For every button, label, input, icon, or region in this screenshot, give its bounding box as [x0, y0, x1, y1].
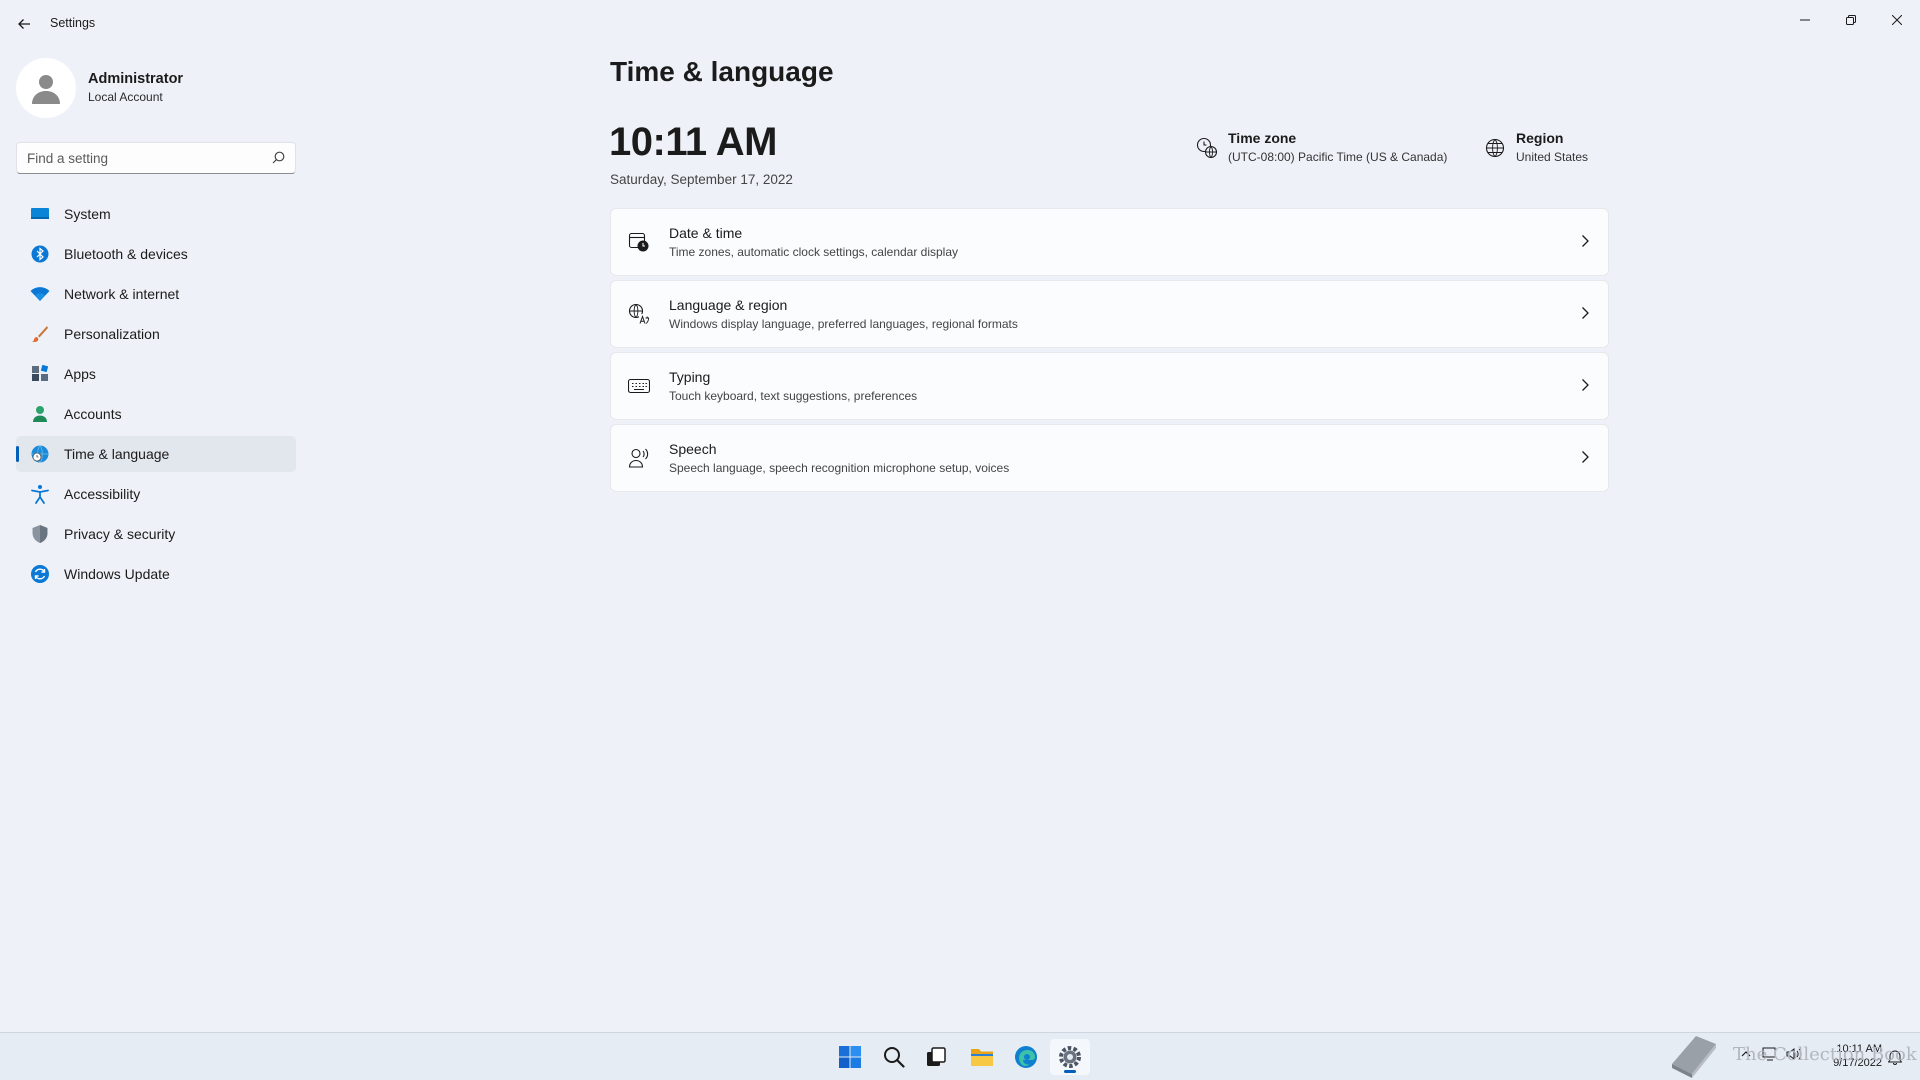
region-info: Region United States — [1480, 130, 1588, 166]
search-input[interactable] — [17, 143, 257, 173]
card-typing[interactable]: Typing Touch keyboard, text suggestions,… — [610, 352, 1609, 420]
file-explorer-icon — [971, 1049, 993, 1066]
system-icon — [20, 196, 60, 232]
time-zone-value: (UTC-08:00) Pacific Time (US & Canada) — [1228, 150, 1448, 164]
card-title: Typing — [669, 369, 711, 385]
sidebar-item-label: Time & language — [64, 446, 170, 462]
sidebar-item-windows-update[interactable]: Windows Update — [16, 556, 296, 592]
region-title: Region — [1516, 130, 1564, 146]
minimize-icon — [1800, 19, 1810, 21]
close-button[interactable] — [1874, 6, 1920, 34]
card-description: Windows display language, preferred lang… — [669, 317, 1018, 331]
chevron-right-icon — [1582, 307, 1589, 319]
sidebar-item-label: System — [64, 206, 111, 222]
sidebar-item-label: Accounts — [64, 406, 122, 422]
search-box[interactable] — [16, 142, 296, 174]
windows-start-icon — [839, 1046, 861, 1068]
task-view-button[interactable] — [916, 1039, 956, 1075]
speech-icon — [611, 447, 667, 469]
avatar — [16, 58, 76, 118]
settings-button[interactable] — [1050, 1039, 1090, 1075]
card-title: Language & region — [669, 297, 788, 313]
title-bar: Settings — [0, 0, 1920, 48]
profile-account-type: Local Account — [88, 90, 163, 104]
card-title: Date & time — [669, 225, 743, 241]
update-icon — [20, 556, 60, 592]
restore-button[interactable] — [1828, 6, 1874, 34]
sidebar-item-system[interactable]: System — [16, 196, 296, 232]
file-explorer-button[interactable] — [962, 1039, 1002, 1075]
sidebar-item-label: Windows Update — [64, 566, 170, 582]
keyboard-icon — [611, 378, 667, 394]
sidebar-item-accessibility[interactable]: Accessibility — [16, 476, 296, 512]
card-language-region[interactable]: Language & region Windows display langua… — [610, 280, 1609, 348]
chevron-right-icon — [1582, 235, 1589, 247]
start-button[interactable] — [830, 1039, 870, 1075]
region-value: United States — [1516, 150, 1589, 164]
globe-clock-icon — [20, 436, 60, 472]
accessibility-icon — [20, 476, 60, 512]
search-icon — [884, 1047, 905, 1068]
minimize-button[interactable] — [1782, 6, 1828, 34]
close-icon — [1892, 15, 1902, 25]
wifi-icon — [20, 276, 60, 312]
globe-clock-icon — [1192, 130, 1222, 166]
user-profile[interactable]: Administrator Local Account — [16, 56, 306, 120]
time-zone-title: Time zone — [1228, 130, 1297, 146]
chevron-right-icon — [1582, 379, 1589, 391]
edge-button[interactable] — [1006, 1039, 1046, 1075]
sidebar-item-time-language[interactable]: Time & language — [16, 436, 296, 472]
app-title: Settings — [50, 16, 96, 30]
brush-icon — [20, 316, 60, 352]
search-icon[interactable] — [272, 151, 285, 164]
taskbar: 10:11 AM 9/17/2022 — [0, 1032, 1920, 1080]
person-icon — [20, 396, 60, 432]
sidebar-item-label: Personalization — [64, 326, 160, 342]
card-description: Speech language, speech recognition micr… — [669, 461, 1010, 475]
back-button[interactable] — [12, 12, 36, 36]
sidebar-item-network[interactable]: Network & internet — [16, 276, 296, 312]
language-icon — [611, 303, 667, 325]
time-zone-info: Time zone (UTC-08:00) Pacific Time (US &… — [1192, 130, 1447, 166]
sidebar-item-apps[interactable]: Apps — [16, 356, 296, 392]
card-title: Speech — [669, 441, 717, 457]
chevron-right-icon — [1582, 451, 1589, 463]
globe-icon — [1480, 130, 1510, 166]
book-logo-icon — [1672, 1036, 1716, 1078]
profile-name: Administrator — [88, 71, 184, 87]
card-speech[interactable]: Speech Speech language, speech recogniti… — [610, 424, 1609, 492]
sidebar-nav: System Bluetooth & devices Network & int… — [16, 196, 296, 596]
page-title: Time & language — [610, 56, 834, 87]
back-arrow-icon — [18, 19, 30, 29]
task-view-icon — [927, 1047, 946, 1066]
shield-icon — [20, 516, 60, 552]
settings-card-list: Date & time Time zones, automatic clock … — [610, 208, 1609, 496]
card-description: Touch keyboard, text suggestions, prefer… — [669, 389, 918, 403]
sidebar-item-label: Privacy & security — [64, 526, 176, 542]
card-date-time[interactable]: Date & time Time zones, automatic clock … — [610, 208, 1609, 276]
sidebar-item-accounts[interactable]: Accounts — [16, 396, 296, 432]
sidebar-item-personalization[interactable]: Personalization — [16, 316, 296, 352]
taskbar-search-button[interactable] — [874, 1039, 914, 1075]
bluetooth-icon — [20, 236, 60, 272]
sidebar-item-label: Bluetooth & devices — [64, 246, 188, 262]
sidebar-item-label: Accessibility — [64, 486, 141, 502]
sidebar-item-privacy[interactable]: Privacy & security — [16, 516, 296, 552]
settings-icon — [1059, 1046, 1081, 1068]
sidebar-item-bluetooth[interactable]: Bluetooth & devices — [16, 236, 296, 272]
current-date: Saturday, September 17, 2022 — [610, 172, 793, 187]
edge-icon — [1015, 1046, 1037, 1068]
card-description: Time zones, automatic clock settings, ca… — [669, 245, 959, 259]
apps-icon — [20, 356, 60, 392]
current-time: 10:11 AM — [609, 120, 777, 164]
person-avatar-icon — [32, 75, 60, 104]
calendar-clock-icon — [611, 231, 667, 253]
restore-icon — [1846, 15, 1856, 25]
sidebar-item-label: Apps — [64, 366, 96, 382]
sidebar-item-label: Network & internet — [64, 286, 180, 302]
watermark-text: The Collection Book — [1733, 1044, 1917, 1065]
